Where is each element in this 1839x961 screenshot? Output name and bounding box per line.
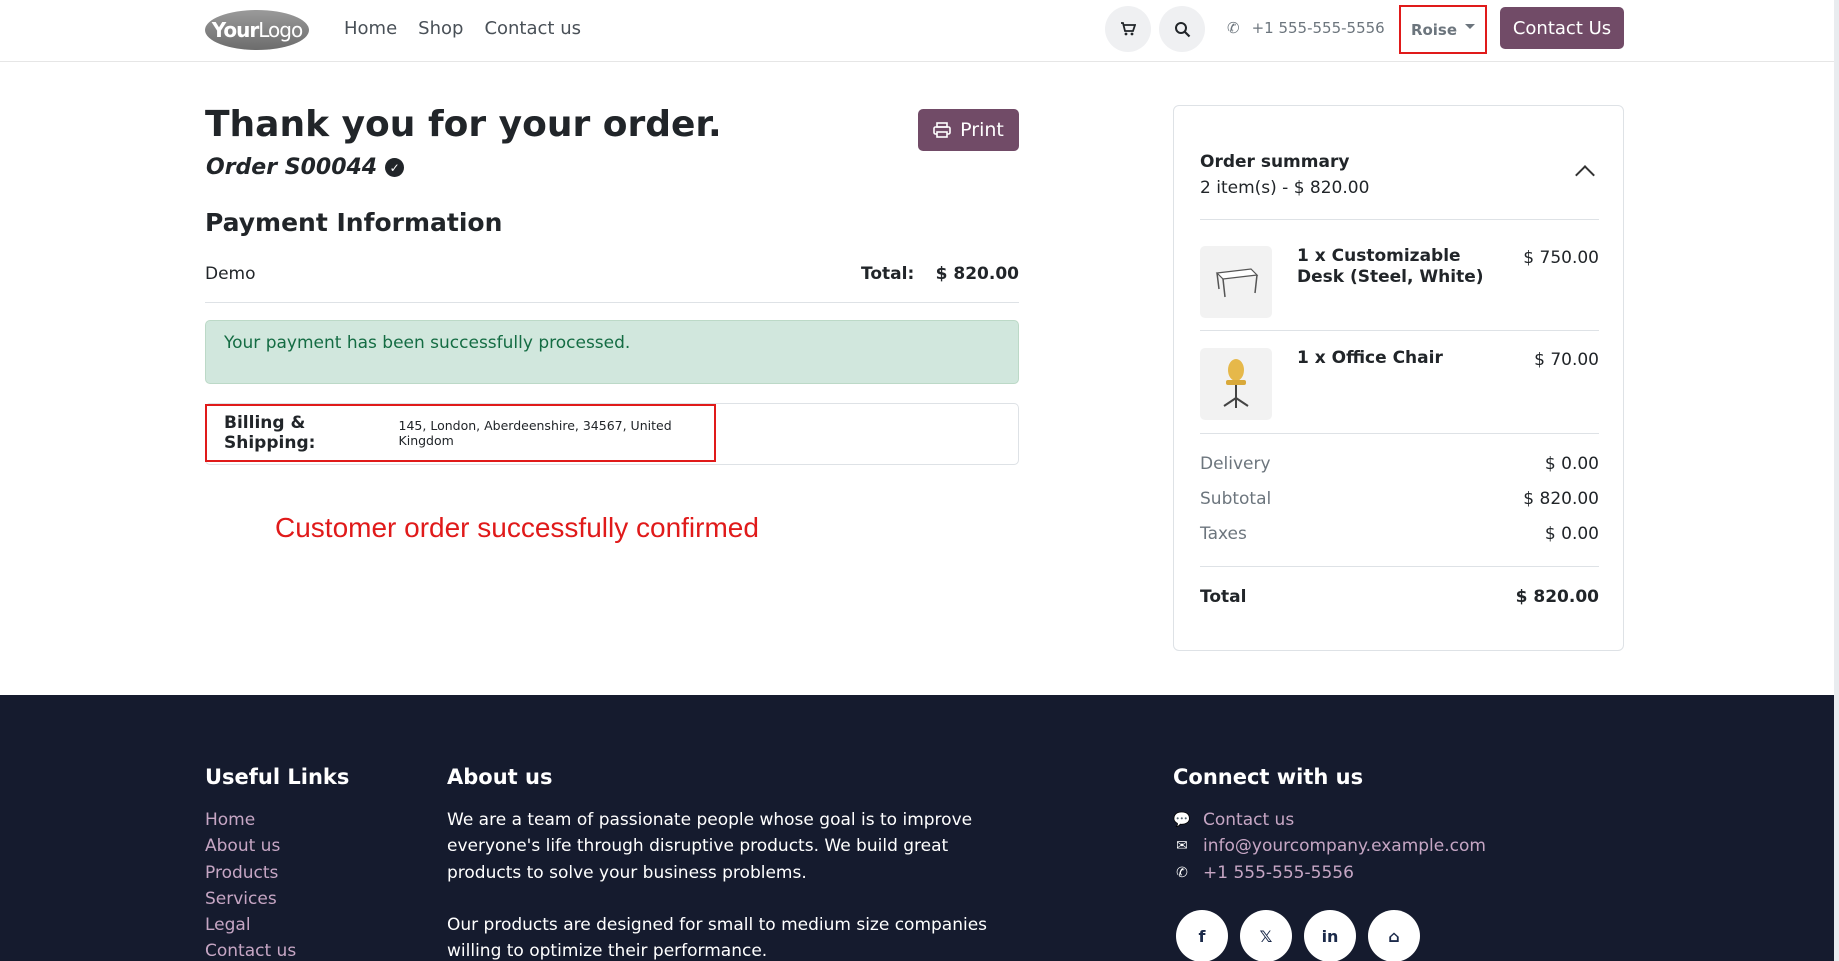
caret-down-icon [1465,24,1476,29]
subtotal-line: Subtotal $ 820.00 [1200,489,1599,509]
divider [1200,433,1599,434]
page-title: Thank you for your order. [205,104,722,145]
site-logo[interactable]: Your Logo [205,10,309,50]
order-number: Order S00044 ✓ [206,155,405,180]
connect-title: Connect with us [1173,765,1364,789]
linkedin-icon[interactable]: in [1304,910,1356,961]
payment-success-alert: Your payment has been successfully proce… [205,320,1019,384]
footer-link-home[interactable]: Home [205,807,296,833]
home-icon[interactable]: ⌂ [1368,910,1420,961]
facebook-icon[interactable]: f [1176,910,1228,961]
connect-list: 💬 Contact us ✉ info@yourcompany.example.co… [1173,807,1486,886]
nav-contact-us[interactable]: Contact us [484,18,581,39]
cart-button[interactable] [1105,6,1151,52]
billing-label: Billing & Shipping: [224,413,316,453]
divider [1200,566,1599,567]
footer-contact-link[interactable]: 💬 Contact us [1173,807,1486,833]
cart-icon [1121,22,1136,36]
billing-shipping-highlight: Billing & Shipping: 145, London, Aberdee… [205,404,716,462]
printer-icon [933,122,951,138]
payment-row: Demo Total: $ 820.00 [205,262,1019,303]
order-summary-card: Order summary 2 item(s) - $ 820.00 1 x C… [1173,105,1624,651]
phone-icon: ✆ [1176,864,1188,881]
about-title: About us [447,765,553,789]
nav-home[interactable]: Home [344,18,397,39]
footer-link-about[interactable]: About us [205,833,296,859]
delivery-line: Delivery $ 0.00 [1200,454,1599,474]
summary-title: Order summary [1200,152,1350,172]
footer-phone-link[interactable]: ✆ +1 555-555-5556 [1173,860,1486,886]
search-icon [1174,21,1190,37]
page-scrollbar[interactable] [1834,0,1839,961]
chat-icon: 💬 [1173,812,1191,828]
check-circle-icon: ✓ [385,158,405,177]
item-name: 1 x Customizable Desk (Steel, White) [1297,246,1484,287]
divider [1200,330,1599,331]
envelope-icon: ✉ [1176,838,1188,855]
contact-us-button[interactable]: Contact Us [1500,7,1624,49]
useful-links-list: Home About us Products Services Legal Co… [205,807,296,961]
search-button[interactable] [1159,6,1205,52]
footer-link-legal[interactable]: Legal [205,912,296,938]
phone-icon: ✆ [1227,19,1240,37]
item-price: $ 70.00 [1534,350,1599,370]
payment-method: Demo [205,264,256,284]
header-phone[interactable]: ✆ +1 555-555-5556 [1227,19,1385,37]
footer-link-products[interactable]: Products [205,860,296,886]
total-label: Total: [861,264,915,284]
footer-link-contact[interactable]: Contact us [205,938,296,961]
summary-item: 1 x Customizable Desk (Steel, White) $ 7… [1200,246,1599,318]
about-text: We are a team of passionate people whose… [447,810,988,961]
chair-icon [1200,348,1272,420]
summary-item: 1 x Office Chair $ 70.00 [1200,348,1599,420]
x-icon[interactable]: 𝕏 [1240,910,1292,961]
summary-total: Total $ 820.00 [1200,587,1599,607]
total-value: $ 820.00 [935,264,1019,284]
language-dropdown[interactable]: Roise [1399,5,1487,54]
site-header: Your Logo Home Shop Contact us ✆ +1 555-5… [0,0,1839,62]
main-nav: Home Shop Contact us [344,18,581,39]
item-price: $ 750.00 [1523,248,1599,268]
payment-title: Payment Information [205,208,503,237]
nav-shop[interactable]: Shop [418,18,463,39]
billing-address: 145, London, Aberdeenshire, 34567, Unite… [398,418,672,448]
footer-link-services[interactable]: Services [205,886,296,912]
footer-email-link[interactable]: ✉ info@yourcompany.example.com [1173,833,1486,859]
summary-count: 2 item(s) - $ 820.00 [1200,178,1370,198]
site-footer: Useful Links Home About us Products Serv… [0,695,1839,961]
annotation-text: Customer order successfully confirmed [275,512,759,543]
chevron-up-icon[interactable] [1575,165,1595,185]
divider [1200,219,1599,220]
item-name: 1 x Office Chair [1297,348,1443,368]
print-button[interactable]: Print [918,109,1019,151]
taxes-line: Taxes $ 0.00 [1200,524,1599,544]
desk-icon [1200,246,1272,318]
useful-links-title: Useful Links [205,765,350,789]
